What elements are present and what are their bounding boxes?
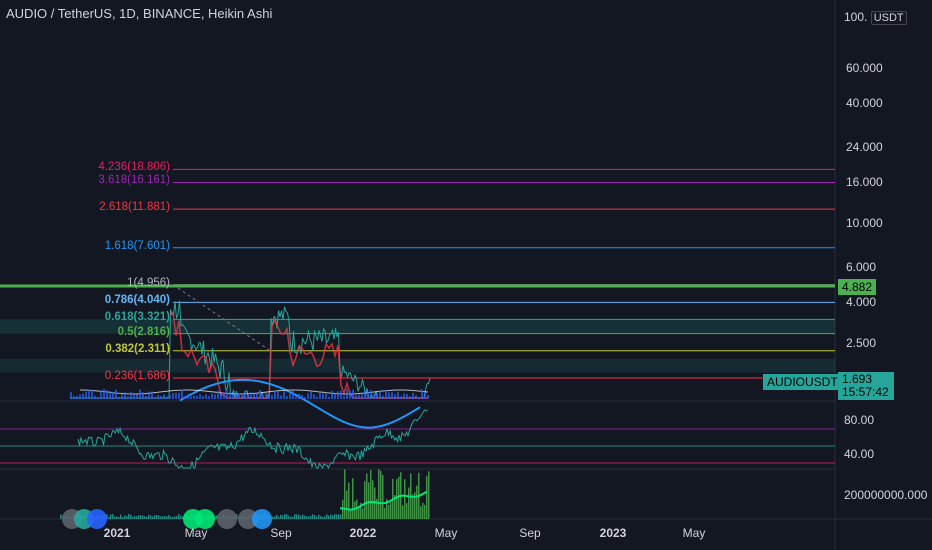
fib-level-label: 4.236(18.806) bbox=[98, 161, 170, 174]
fib-level-label: 3.618(16.161) bbox=[98, 174, 170, 187]
fib-level-label: 1.618(7.601) bbox=[104, 239, 170, 252]
price-axis-top: 100. USDT bbox=[844, 10, 907, 25]
time-tick: 2022 bbox=[349, 526, 377, 540]
time-tick: Sep bbox=[519, 526, 541, 540]
last-price-badge: 1.693 15:57:42 bbox=[838, 372, 894, 400]
fib-level-label: 0.382(2.311) bbox=[105, 342, 170, 355]
time-tick: May bbox=[184, 526, 208, 540]
price-tick: 6.000 bbox=[846, 260, 877, 275]
volume-tick: 200000000.000 bbox=[844, 488, 928, 502]
fib-level-label: 0.5(2.816) bbox=[117, 325, 170, 338]
price-tick: 40.000 bbox=[846, 96, 883, 111]
price-tick: 16.000 bbox=[846, 175, 883, 190]
price-tick: 4.000 bbox=[846, 295, 877, 310]
volume-pane bbox=[60, 469, 430, 529]
time-tick: 2023 bbox=[599, 526, 627, 540]
time-tick: 2021 bbox=[103, 526, 131, 540]
rsi-tick-80: 80.00 bbox=[844, 413, 875, 427]
rsi-pane bbox=[0, 409, 835, 470]
chart-title: AUDIO / TetherUS, 1D, BINANCE, Heikin As… bbox=[6, 6, 273, 21]
currency-unit-badge[interactable]: USDT bbox=[870, 11, 907, 25]
price-tick: 10.000 bbox=[846, 215, 883, 230]
rsi-tick-40: 40.00 bbox=[844, 447, 875, 461]
chart-canvas[interactable] bbox=[0, 0, 932, 550]
level-price-badge: 4.882 bbox=[838, 279, 877, 295]
time-tick: May bbox=[434, 526, 458, 540]
fib-level-label: 1(4.956) bbox=[127, 276, 170, 289]
bar-countdown: 15:57:42 bbox=[842, 385, 889, 399]
fib-level-label: 0.236(1.686) bbox=[104, 369, 170, 382]
price-tick: 2.500 bbox=[846, 335, 877, 350]
time-tick: May bbox=[682, 526, 706, 540]
time-tick: Sep bbox=[270, 526, 292, 540]
fib-level-label: 0.618(3.321) bbox=[104, 311, 170, 324]
symbol-badge[interactable]: AUDIOUSDT bbox=[763, 374, 842, 390]
fib-level-label: 0.786(4.040) bbox=[104, 294, 170, 307]
fib-level-label: 2.618(11.881) bbox=[99, 201, 170, 214]
price-tick: 60.000 bbox=[846, 60, 883, 75]
price-tick: 24.000 bbox=[846, 140, 883, 155]
